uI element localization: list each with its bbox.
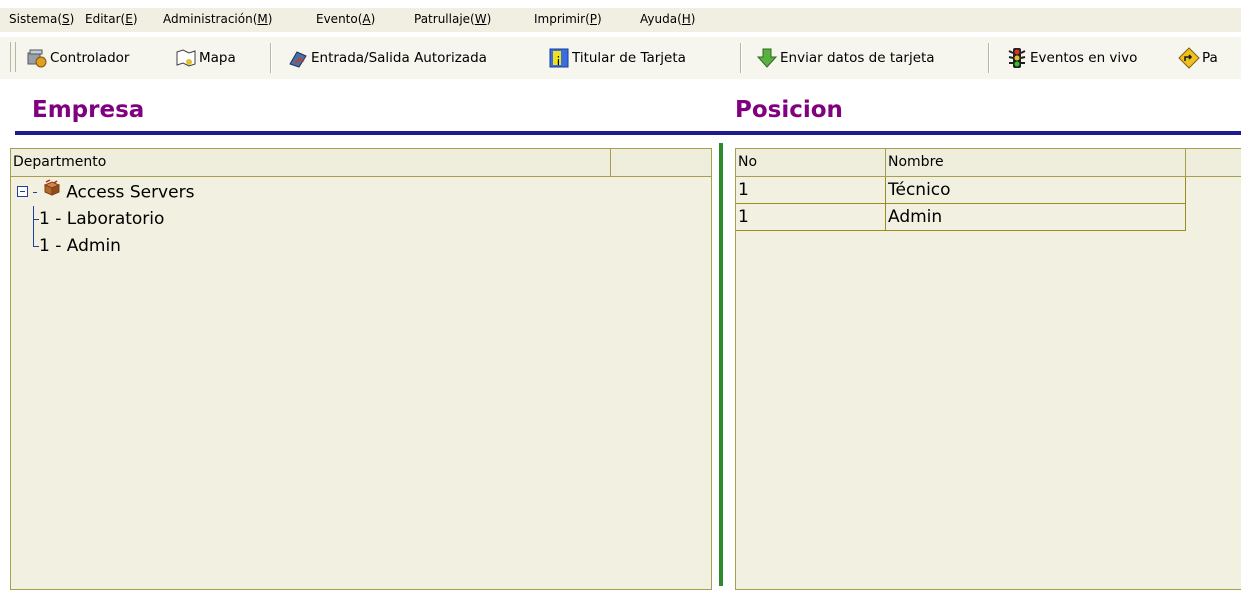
cell-nombre: Admin <box>886 204 1186 231</box>
posicion-title: Posicion <box>735 97 843 123</box>
menu-evento[interactable]: Evento(A) <box>316 12 375 26</box>
mapa-button[interactable]: Mapa <box>175 46 236 70</box>
titular-tarjeta-label: Titular de Tarjeta <box>572 50 686 66</box>
controlador-button[interactable]: Controlador <box>26 46 129 70</box>
traffic-light-icon <box>1006 47 1028 69</box>
column-header-no[interactable]: No <box>736 149 886 176</box>
department-tree: Access Servers 1 - Laboratorio 1 - Admin <box>17 179 194 260</box>
department-tree-panel[interactable]: Departmento Access Servers 1 - Laborator… <box>10 148 712 590</box>
menu-imprimir[interactable]: Imprimir(P) <box>534 12 602 26</box>
entrada-salida-label: Entrada/Salida Autorizada <box>311 50 487 66</box>
map-icon <box>175 47 197 69</box>
eventos-en-vivo-label: Eventos en vivo <box>1030 50 1138 66</box>
toolbar: Controlador Mapa Entrada/Salida Autoriza… <box>0 37 1241 79</box>
patrullaje-label: Pa <box>1202 50 1218 66</box>
authorized-access-icon <box>287 47 309 69</box>
menu-sistema[interactable]: Sistema(S) <box>9 12 74 26</box>
tree-label-root: Access Servers <box>66 182 195 203</box>
patrullaje-button[interactable]: Pa <box>1178 46 1218 70</box>
position-grid-panel[interactable]: No Nombre 1 Técnico 1 Admin <box>735 148 1241 590</box>
department-header: Departmento <box>11 149 711 177</box>
mapa-label: Mapa <box>199 50 236 66</box>
eventos-en-vivo-button[interactable]: Eventos en vivo <box>1006 46 1137 70</box>
menu-editar[interactable]: Editar(E) <box>85 12 138 26</box>
column-header-empty <box>611 149 711 176</box>
menu-bar: Sistema(S) Editar(E) Administración(M) E… <box>0 8 1241 32</box>
entrada-salida-button[interactable]: Entrada/Salida Autorizada <box>287 46 487 70</box>
empresa-title: Empresa <box>32 97 145 123</box>
menu-administracion[interactable]: Administración(M) <box>163 12 272 26</box>
route-sign-icon <box>1178 47 1200 69</box>
controller-icon <box>26 47 48 69</box>
toolbar-separator <box>270 43 272 73</box>
tree-label-laboratorio: 1 - Laboratorio <box>39 209 165 229</box>
header-divider <box>15 131 1241 135</box>
menu-patrullaje[interactable]: Patrullaje(W) <box>414 12 491 26</box>
cell-no: 1 <box>736 177 886 204</box>
titular-tarjeta-button[interactable]: ¡ Titular de Tarjeta <box>548 46 686 70</box>
enviar-datos-button[interactable]: Enviar datos de tarjeta <box>756 46 935 70</box>
svg-text:¡: ¡ <box>556 52 561 66</box>
server-box-icon <box>43 179 61 206</box>
cell-no: 1 <box>736 204 886 231</box>
column-header-nombre[interactable]: Nombre <box>886 149 1186 176</box>
tree-node-root[interactable]: Access Servers <box>17 179 194 206</box>
table-row[interactable]: 1 Admin <box>736 204 1186 231</box>
enviar-datos-label: Enviar datos de tarjeta <box>780 50 935 66</box>
cell-nombre: Técnico <box>886 177 1186 204</box>
toolbar-separator <box>988 43 990 73</box>
collapse-icon[interactable] <box>17 179 28 206</box>
cardholder-icon: ¡ <box>548 47 570 69</box>
toolbar-separator <box>740 43 742 73</box>
controlador-label: Controlador <box>50 50 130 66</box>
table-row[interactable]: 1 Técnico <box>736 177 1186 204</box>
download-arrow-icon <box>756 47 778 69</box>
tree-node-laboratorio[interactable]: 1 - Laboratorio <box>17 206 194 233</box>
column-header-departmento[interactable]: Departmento <box>11 149 611 176</box>
toolbar-grip[interactable] <box>10 42 16 72</box>
position-grid-header: No Nombre <box>736 149 1241 177</box>
tree-node-admin[interactable]: 1 - Admin <box>17 233 194 260</box>
menu-ayuda[interactable]: Ayuda(H) <box>640 12 695 26</box>
panel-splitter[interactable] <box>719 143 723 586</box>
